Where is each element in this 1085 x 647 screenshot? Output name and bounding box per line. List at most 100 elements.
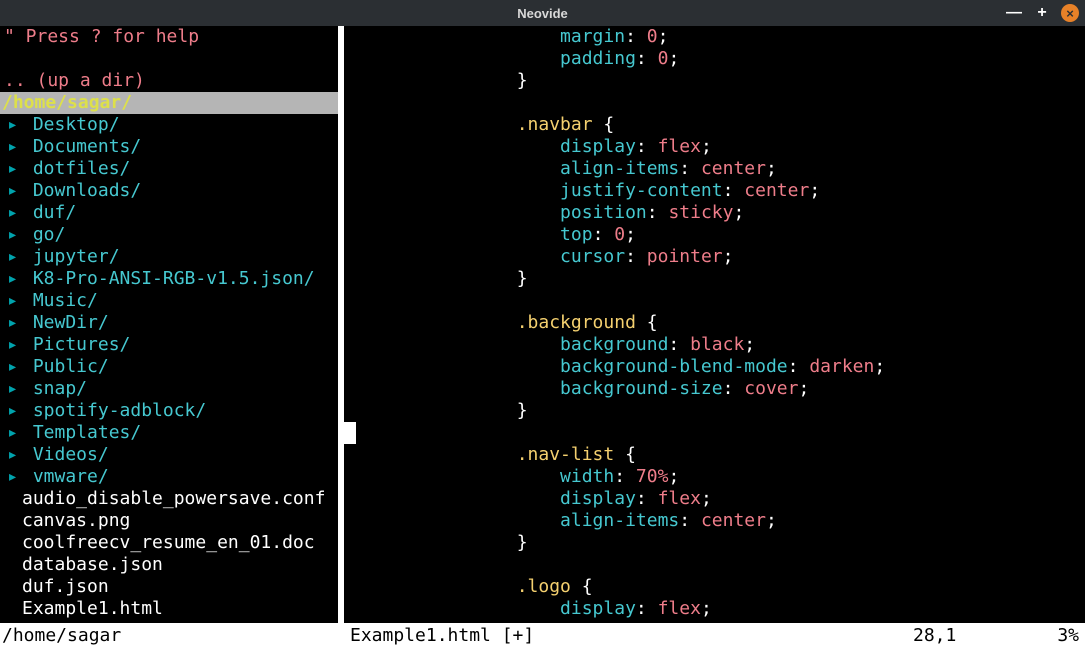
chevron-right-icon: ▸	[0, 158, 22, 180]
tree-dir-item[interactable]: ▸ K8-Pro-ANSI-RGB-v1.5.json/	[0, 268, 338, 290]
tree-item-label: jupyter/	[22, 246, 120, 268]
tree-file-item[interactable]: coolfreecv_resume_en_01.doc	[0, 532, 338, 554]
maximize-icon[interactable]: +	[1033, 4, 1051, 22]
chevron-right-icon: ▸	[0, 466, 22, 488]
tree-item-label: K8-Pro-ANSI-RGB-v1.5.json/	[22, 268, 315, 290]
tree-item-label: Pictures/	[22, 334, 130, 356]
code-line[interactable]: }	[430, 400, 1085, 422]
tree-dir-item[interactable]: ▸ spotify-adblock/	[0, 400, 338, 422]
code-line[interactable]: background-blend-mode: darken;	[430, 356, 1085, 378]
tree-item-label: dotfiles/	[22, 158, 130, 180]
code-line[interactable]: .background {	[430, 312, 1085, 334]
chevron-right-icon: ▸	[0, 136, 22, 158]
chevron-right-icon: ▸	[0, 444, 22, 466]
minimize-icon[interactable]: —	[1005, 4, 1023, 22]
code-line[interactable]: .logo {	[430, 576, 1085, 598]
code-line[interactable]: display: flex;	[430, 598, 1085, 620]
code-line[interactable]: }	[430, 532, 1085, 554]
code-body[interactable]: margin: 0; padding: 0; } .navbar { displ…	[344, 26, 1085, 620]
code-line[interactable]: padding: 0;	[430, 48, 1085, 70]
code-line[interactable]: display: flex;	[430, 136, 1085, 158]
tree-item-label: spotify-adblock/	[22, 400, 206, 422]
tree-item-label: duf/	[22, 202, 76, 224]
tree-file-item[interactable]: duf.json	[0, 576, 338, 598]
tree-dir-item[interactable]: ▸ Videos/	[0, 444, 338, 466]
tree-file-item[interactable]: Example1.html	[0, 598, 338, 620]
code-line[interactable]: }	[430, 70, 1085, 92]
tree-cwd-line[interactable]: /home/sagar/	[0, 92, 338, 114]
close-icon[interactable]: ×	[1061, 4, 1079, 22]
chevron-right-icon: ▸	[0, 114, 22, 136]
tree-item-label: Documents/	[22, 136, 141, 158]
chevron-right-icon: ▸	[0, 290, 22, 312]
tree-item-label: Public/	[22, 356, 109, 378]
code-line[interactable]: cursor: pointer;	[430, 246, 1085, 268]
tree-up-dir[interactable]: .. (up a dir)	[0, 70, 338, 92]
tree-item-label: go/	[22, 224, 65, 246]
code-line[interactable]	[430, 92, 1085, 114]
code-line[interactable]	[430, 290, 1085, 312]
tree-file-item[interactable]: database.json	[0, 554, 338, 576]
blank-line	[0, 48, 338, 70]
tree-item-label: NewDir/	[22, 312, 109, 334]
code-line[interactable]: }	[430, 268, 1085, 290]
tree-item-label: snap/	[22, 378, 87, 400]
code-line[interactable]: justify-content: center;	[430, 180, 1085, 202]
code-line[interactable]: .nav-list {	[430, 444, 1085, 466]
tree-dir-item[interactable]: ▸ Downloads/	[0, 180, 338, 202]
tree-dir-item[interactable]: ▸ Music/	[0, 290, 338, 312]
tree-dir-item[interactable]: ▸ Documents/	[0, 136, 338, 158]
code-line[interactable]: background-size: cover;	[430, 378, 1085, 400]
code-editor[interactable]: margin: 0; padding: 0; } .navbar { displ…	[344, 26, 1085, 623]
code-line[interactable]	[430, 554, 1085, 576]
tree-item-label: vmware/	[22, 466, 109, 488]
code-line[interactable]: position: sticky;	[430, 202, 1085, 224]
code-line[interactable]: align-items: center;	[430, 158, 1085, 180]
tree-file-item[interactable]: audio_disable_powersave.conf	[0, 488, 338, 510]
tree-item-label: Music/	[22, 290, 98, 312]
tree-dir-item[interactable]: ▸ go/	[0, 224, 338, 246]
code-line[interactable]: top: 0;	[430, 224, 1085, 246]
tree-dir-item[interactable]: ▸ Public/	[0, 356, 338, 378]
tree-dir-item[interactable]: ▸ snap/	[0, 378, 338, 400]
tree-item-label: Downloads/	[22, 180, 141, 202]
chevron-right-icon: ▸	[0, 378, 22, 400]
chevron-right-icon: ▸	[0, 312, 22, 334]
chevron-right-icon: ▸	[0, 180, 22, 202]
code-line[interactable]: background: black;	[430, 334, 1085, 356]
tree-help-line: " Press ? for help	[0, 26, 338, 48]
window-titlebar: Neovide — + ×	[0, 0, 1085, 26]
code-line[interactable]: .navbar {	[430, 114, 1085, 136]
tree-dir-item[interactable]: ▸ vmware/	[0, 466, 338, 488]
tree-dirs: ▸ Desktop/▸ Documents/▸ dotfiles/▸ Downl…	[0, 114, 338, 488]
code-line[interactable]: width: 70%;	[430, 466, 1085, 488]
code-line[interactable]: margin: 0;	[430, 26, 1085, 48]
tree-dir-item[interactable]: ▸ jupyter/	[0, 246, 338, 268]
status-filename: Example1.html [+]	[350, 625, 913, 646]
tree-dir-item[interactable]: ▸ duf/	[0, 202, 338, 224]
tree-dir-item[interactable]: ▸ Templates/	[0, 422, 338, 444]
chevron-right-icon: ▸	[0, 202, 22, 224]
tree-file-item[interactable]: canvas.png	[0, 510, 338, 532]
status-cwd: /home/sagar	[2, 625, 350, 646]
status-cursor-pos: 28,1	[913, 625, 1043, 646]
chevron-right-icon: ▸	[0, 268, 22, 290]
chevron-right-icon: ▸	[0, 334, 22, 356]
tree-item-label: Templates/	[22, 422, 141, 444]
chevron-right-icon: ▸	[0, 224, 22, 246]
tree-dir-item[interactable]: ▸ NewDir/	[0, 312, 338, 334]
file-tree-panel[interactable]: " Press ? for help .. (up a dir) /home/s…	[0, 26, 344, 623]
code-line[interactable]: align-items: center;	[430, 510, 1085, 532]
tree-dir-item[interactable]: ▸ dotfiles/	[0, 158, 338, 180]
window-title: Neovide	[517, 6, 568, 21]
chevron-right-icon: ▸	[0, 246, 22, 268]
code-line[interactable]	[430, 422, 1085, 444]
chevron-right-icon: ▸	[0, 422, 22, 444]
code-line[interactable]: display: flex;	[430, 488, 1085, 510]
chevron-right-icon: ▸	[0, 400, 22, 422]
tree-dir-item[interactable]: ▸ Pictures/	[0, 334, 338, 356]
tree-dir-item[interactable]: ▸ Desktop/	[0, 114, 338, 136]
chevron-right-icon: ▸	[0, 356, 22, 378]
tree-item-label: Desktop/	[22, 114, 120, 136]
editor-app: " Press ? for help .. (up a dir) /home/s…	[0, 26, 1085, 623]
